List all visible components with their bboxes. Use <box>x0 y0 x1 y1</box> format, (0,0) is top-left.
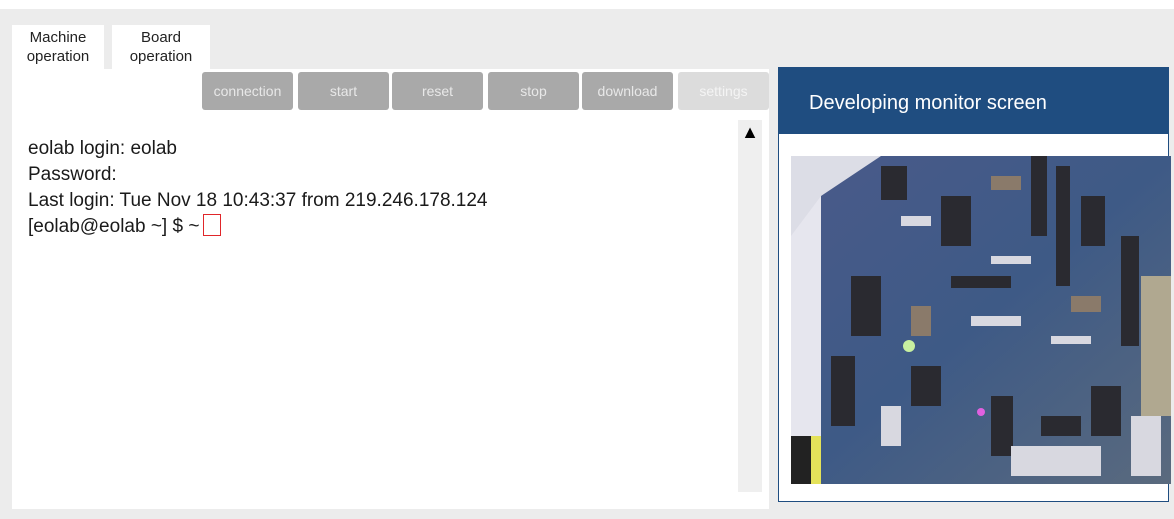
stop-button[interactable]: stop <box>488 72 579 110</box>
monitor-camera-image <box>791 156 1171 484</box>
settings-button[interactable]: settings <box>678 72 769 110</box>
circuit-board-image <box>791 156 1171 484</box>
tab-label-line2: operation <box>129 48 193 65</box>
scroll-up-arrow-icon[interactable]: ▲ <box>738 120 762 144</box>
reset-button[interactable]: reset <box>392 72 483 110</box>
tab-label-line2: operation <box>26 48 90 65</box>
terminal-panel[interactable] <box>12 69 769 509</box>
tab-label-line1: Board <box>140 29 182 46</box>
connection-button[interactable]: connection <box>202 72 293 110</box>
terminal-prompt: [eolab@eolab ~] $ ~ <box>28 216 200 237</box>
toolbar: connection start reset stop download set… <box>202 72 770 110</box>
terminal-line: eolab login: eolab <box>28 138 177 159</box>
terminal-scrollbar[interactable]: ▲ <box>738 120 762 492</box>
terminal-output[interactable]: eolab login: eolab Password: Last login:… <box>28 136 718 240</box>
monitor-panel: Developing monitor screen <box>778 67 1171 502</box>
terminal-line: Password: <box>28 164 117 185</box>
tab-machine-operation[interactable]: Machine operation <box>12 25 104 69</box>
monitor-title: Developing monitor screen <box>779 68 1168 134</box>
tab-label-line1: Machine <box>29 29 87 46</box>
tab-board-operation[interactable]: Board operation <box>112 25 210 69</box>
terminal-line: Last login: Tue Nov 18 10:43:37 from 219… <box>28 190 488 211</box>
start-button[interactable]: start <box>298 72 389 110</box>
terminal-prompt-line: [eolab@eolab ~] $ ~ <box>28 214 718 240</box>
download-button[interactable]: download <box>582 72 673 110</box>
text-cursor[interactable] <box>203 214 222 236</box>
